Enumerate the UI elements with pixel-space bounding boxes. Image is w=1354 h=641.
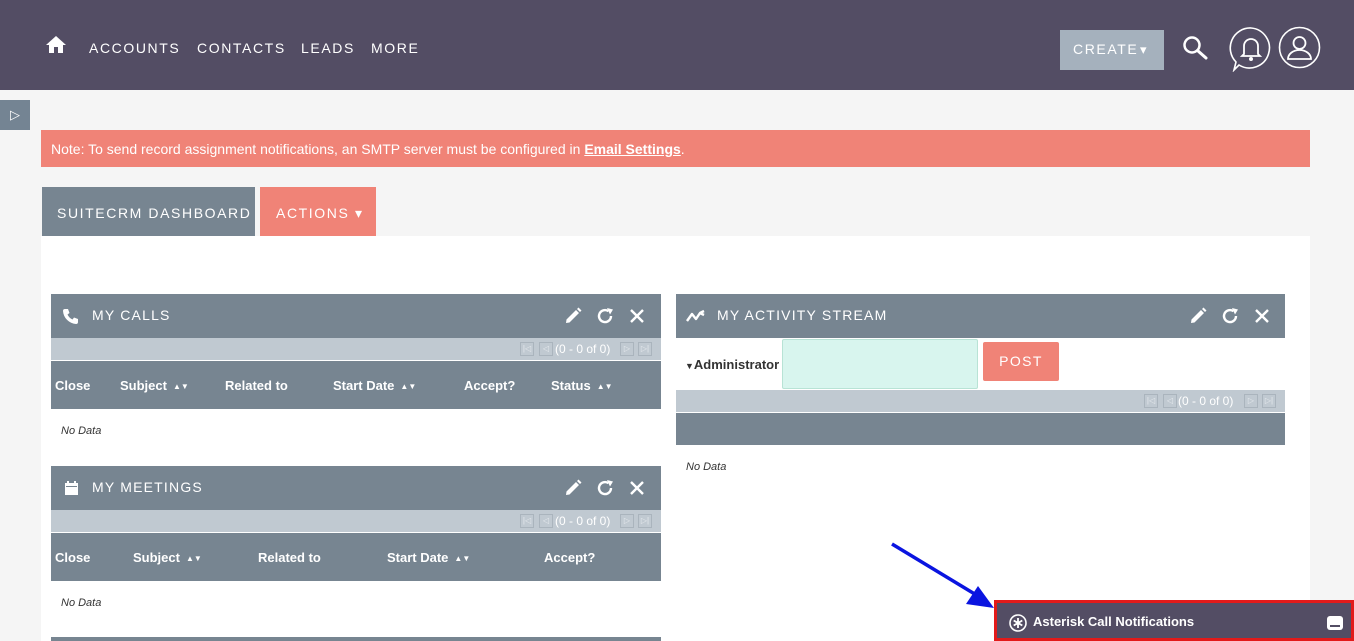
- email-settings-link[interactable]: Email Settings: [584, 141, 680, 157]
- notice-suffix: .: [680, 141, 685, 157]
- sidebar-toggle-button[interactable]: ▷: [0, 100, 30, 130]
- chevron-down-icon: ▾: [354, 205, 364, 221]
- my-calls-pagination: |◁ ◁ (0 - 0 of 0) ▷ ▷|: [51, 338, 661, 360]
- nav-item-leads[interactable]: LEADS: [301, 40, 355, 56]
- nav-item-accounts[interactable]: ACCOUNTS: [89, 40, 180, 56]
- pencil-icon[interactable]: [563, 478, 583, 498]
- nav-item-contacts[interactable]: CONTACTS: [197, 40, 286, 56]
- actions-label: ACTIONS: [276, 205, 350, 221]
- annotation-arrow-icon: [891, 542, 994, 608]
- create-label: CREATE: [1073, 41, 1139, 57]
- activity-stream-title: MY ACTIVITY STREAM: [717, 307, 888, 323]
- column-accept: Accept?: [544, 550, 596, 565]
- pencil-icon[interactable]: [563, 306, 583, 326]
- my-calls-column-headers: Close Subject ▲▼ Related to Start Date ▲▼ …: [51, 361, 661, 409]
- column-start-date[interactable]: Start Date ▲▼: [333, 378, 416, 393]
- my-calls-header: MY CALLS: [51, 294, 661, 338]
- prev-page-icon[interactable]: ◁: [539, 514, 553, 528]
- activity-stream-pagination: |◁ ◁ (0 - 0 of 0) ▷ ▷|: [676, 390, 1285, 412]
- refresh-icon[interactable]: [595, 306, 615, 326]
- column-subject[interactable]: Subject ▲▼: [133, 550, 202, 565]
- first-page-icon[interactable]: |◁: [520, 514, 534, 528]
- home-icon[interactable]: [44, 33, 68, 57]
- asterisk-icon: [1009, 614, 1027, 632]
- asterisk-call-notifications-bar[interactable]: Asterisk Call Notifications: [994, 600, 1354, 641]
- last-page-icon[interactable]: ▷|: [1262, 394, 1276, 408]
- last-page-icon[interactable]: ▷|: [638, 342, 652, 356]
- notice-text: Note: To send record assignment notifica…: [51, 141, 585, 157]
- column-subject[interactable]: Subject ▲▼: [120, 378, 189, 393]
- smtp-notice-banner: Note: To send record assignment notifica…: [41, 130, 1310, 167]
- my-meetings-page-count: (0 - 0 of 0): [555, 514, 611, 528]
- calendar-icon: [65, 481, 78, 495]
- next-page-icon[interactable]: ▷: [620, 342, 634, 356]
- close-icon[interactable]: [1252, 306, 1272, 326]
- sort-icon: ▲▼: [596, 382, 613, 391]
- chevron-down-icon: ▾: [1140, 42, 1149, 57]
- nav-item-more[interactable]: MORE: [371, 40, 419, 56]
- my-meetings-no-data: No Data: [61, 597, 102, 609]
- column-status-label: Status: [551, 378, 591, 393]
- my-calls-title: MY CALLS: [92, 307, 171, 323]
- refresh-icon[interactable]: [595, 478, 615, 498]
- sort-icon: ▲▼: [400, 382, 417, 391]
- column-accept: Accept?: [464, 378, 516, 393]
- my-meetings-pagination: |◁ ◁ (0 - 0 of 0) ▷ ▷|: [51, 510, 661, 532]
- phone-icon: [63, 309, 78, 324]
- sort-icon: ▲▼: [185, 554, 202, 563]
- activity-user[interactable]: ▼Administrator: [685, 357, 779, 372]
- top-navigation-bar: ACCOUNTS CONTACTS LEADS MORE CREATE ▾: [0, 0, 1354, 90]
- next-page-icon[interactable]: ▷: [1244, 394, 1258, 408]
- activity-stream-header: MY ACTIVITY STREAM: [676, 294, 1285, 338]
- search-icon[interactable]: [1181, 34, 1209, 62]
- sort-icon: ▲▼: [172, 382, 189, 391]
- my-meetings-column-headers: Close Subject ▲▼ Related to Start Date ▲▼ …: [51, 533, 661, 581]
- my-calls-no-data: No Data: [61, 425, 102, 437]
- close-icon[interactable]: [627, 478, 647, 498]
- pencil-icon[interactable]: [1188, 306, 1208, 326]
- minimize-icon[interactable]: [1327, 616, 1343, 630]
- actions-dropdown-button[interactable]: ACTIONS ▾: [260, 187, 376, 236]
- my-calls-page-count: (0 - 0 of 0): [555, 342, 611, 356]
- activity-stream-list-header: [676, 413, 1285, 445]
- prev-page-icon[interactable]: ◁: [1163, 394, 1177, 408]
- last-page-icon[interactable]: ▷|: [638, 514, 652, 528]
- column-close: Close: [55, 550, 91, 565]
- column-related-to: Related to: [258, 550, 321, 565]
- sort-icon: ▲▼: [454, 554, 471, 563]
- close-icon[interactable]: [627, 306, 647, 326]
- next-page-icon[interactable]: ▷: [620, 514, 634, 528]
- activity-icon: [686, 309, 705, 322]
- prev-page-icon[interactable]: ◁: [539, 342, 553, 356]
- activity-stream-no-data: No Data: [686, 461, 727, 473]
- first-page-icon[interactable]: |◁: [1144, 394, 1158, 408]
- my-meetings-header: MY MEETINGS: [51, 466, 661, 510]
- activity-user-name: Administrator: [693, 357, 780, 372]
- next-dashlet-header: [51, 637, 661, 641]
- chevron-down-icon: ▼: [685, 361, 694, 371]
- create-button[interactable]: CREATE ▾: [1060, 30, 1164, 70]
- user-icon[interactable]: [1278, 26, 1321, 69]
- column-related-to: Related to: [225, 378, 288, 393]
- column-status[interactable]: Status ▲▼: [551, 378, 613, 393]
- activity-stream-page-count: (0 - 0 of 0): [1178, 394, 1234, 408]
- tab-suitecrm-dashboard[interactable]: SUITECRM DASHBOARD: [42, 187, 255, 236]
- column-start-date[interactable]: Start Date ▲▼: [387, 550, 470, 565]
- column-start-date-label: Start Date: [387, 550, 449, 565]
- bell-icon[interactable]: [1228, 26, 1274, 72]
- column-start-date-label: Start Date: [333, 378, 395, 393]
- my-meetings-title: MY MEETINGS: [92, 479, 203, 495]
- post-button[interactable]: POST: [983, 342, 1059, 381]
- column-close: Close: [55, 378, 91, 393]
- activity-post-input[interactable]: [782, 339, 978, 389]
- refresh-icon[interactable]: [1220, 306, 1240, 326]
- column-subject-label: Subject: [120, 378, 167, 393]
- column-subject-label: Subject: [133, 550, 180, 565]
- asterisk-notifications-label: Asterisk Call Notifications: [1033, 614, 1195, 629]
- first-page-icon[interactable]: |◁: [520, 342, 534, 356]
